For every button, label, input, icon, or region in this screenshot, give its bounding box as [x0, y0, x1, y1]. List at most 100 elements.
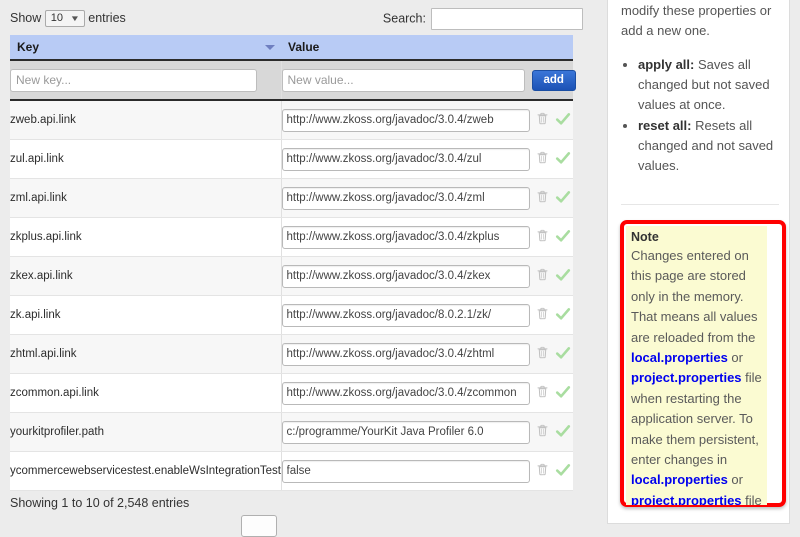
trash-icon[interactable]	[536, 462, 549, 480]
row-value-cell	[281, 217, 573, 257]
show-label-suffix: entries	[88, 11, 126, 25]
add-button[interactable]: add	[531, 70, 576, 92]
table-row: zk.api.link	[10, 295, 573, 335]
confirm-check-icon[interactable]	[555, 150, 571, 169]
row-key-cell: zml.api.link	[10, 178, 282, 218]
confirm-check-icon[interactable]	[555, 345, 571, 364]
table-row: zml.api.link	[10, 178, 573, 218]
search-input[interactable]	[431, 8, 583, 30]
note-property-link[interactable]: local.properties	[631, 472, 728, 487]
page-length-select[interactable]: 10 ▼	[44, 10, 85, 27]
row-value-input[interactable]	[281, 186, 530, 210]
table-row: zkex.api.link	[10, 256, 573, 296]
trash-icon[interactable]	[536, 267, 549, 285]
check-glyph	[555, 112, 570, 125]
row-value-cell	[281, 373, 573, 413]
row-value-cell	[281, 334, 573, 374]
table-row: zcommon.api.link	[10, 373, 573, 413]
trash-glyph	[537, 190, 547, 203]
row-value-input[interactable]	[281, 225, 530, 249]
row-value-input[interactable]	[281, 108, 530, 132]
trash-glyph	[537, 151, 547, 164]
trash-glyph	[537, 385, 547, 398]
confirm-check-icon[interactable]	[555, 111, 571, 130]
row-value-input[interactable]	[281, 303, 530, 327]
search-control: Search:	[383, 8, 583, 30]
help-bullet-item: apply all: Saves all changed but not sav…	[638, 55, 779, 115]
row-value-cell	[281, 412, 573, 452]
help-bullet-term: apply all:	[638, 57, 695, 72]
confirm-check-icon[interactable]	[555, 384, 571, 403]
help-divider	[621, 204, 779, 205]
row-key-label: zhtml.api.link	[10, 348, 77, 360]
table-row: zul.api.link	[10, 139, 573, 179]
confirm-check-icon[interactable]	[555, 267, 571, 286]
check-glyph	[555, 151, 570, 164]
row-key-cell: zk.api.link	[10, 295, 282, 335]
row-value-cell	[281, 451, 573, 491]
page-length-control: Show 10 ▼ entries	[10, 10, 126, 27]
row-value-input[interactable]	[281, 381, 530, 405]
table-header-row: Key Value	[10, 35, 573, 61]
column-header-key-label: Key	[17, 40, 40, 54]
row-key-cell: zkplus.api.link	[10, 217, 282, 257]
confirm-check-icon[interactable]	[555, 423, 571, 442]
table-row: zweb.api.link	[10, 100, 573, 140]
table-info: Showing 1 to 10 of 2,548 entries	[10, 496, 190, 510]
row-key-cell: zcommon.api.link	[10, 373, 282, 413]
note-property-link[interactable]: project.properties	[631, 493, 742, 505]
confirm-check-icon[interactable]	[555, 306, 571, 325]
column-header-key[interactable]: Key	[10, 35, 281, 61]
help-bullet-item: reset all: Resets all changed and not sa…	[638, 116, 779, 176]
new-value-input[interactable]	[281, 68, 525, 92]
note-property-link[interactable]: local.properties	[631, 350, 728, 365]
check-glyph	[555, 385, 570, 398]
note-body: Changes entered on this page are stored …	[631, 246, 762, 505]
trash-icon[interactable]	[536, 345, 549, 363]
row-value-input[interactable]	[281, 147, 530, 171]
check-glyph	[555, 424, 570, 437]
note-property-link[interactable]: project.properties	[631, 370, 742, 385]
show-label-prefix: Show	[10, 11, 42, 25]
row-key-label: zk.api.link	[10, 309, 61, 321]
row-key-cell: zweb.api.link	[10, 100, 282, 140]
row-value-input[interactable]	[281, 342, 530, 366]
confirm-check-icon[interactable]	[555, 462, 571, 481]
trash-icon[interactable]	[536, 306, 549, 324]
trash-icon[interactable]	[536, 189, 549, 207]
row-value-cell	[281, 100, 573, 140]
row-key-label: zul.api.link	[10, 153, 64, 165]
trash-icon[interactable]	[536, 111, 549, 129]
trash-icon[interactable]	[536, 150, 549, 168]
column-header-value[interactable]: Value	[281, 35, 573, 61]
check-glyph	[555, 463, 570, 476]
check-glyph	[555, 307, 570, 320]
row-key-label: ycommercewebservicestest.enableWsIntegra…	[10, 465, 281, 477]
row-key-cell: yourkitprofiler.path	[10, 412, 282, 452]
row-key-label: zkplus.api.link	[10, 231, 82, 243]
confirm-check-icon[interactable]	[555, 189, 571, 208]
check-glyph	[555, 346, 570, 359]
row-value-input[interactable]	[281, 459, 530, 483]
pagination-button[interactable]	[241, 515, 277, 537]
trash-icon[interactable]	[536, 228, 549, 246]
row-key-label: yourkitprofiler.path	[10, 426, 104, 438]
table-head: Key Value	[10, 35, 573, 61]
row-key-cell: ycommercewebservicestest.enableWsIntegra…	[10, 451, 282, 491]
page-length-value: 10	[50, 12, 64, 24]
row-value-input[interactable]	[281, 264, 530, 288]
trash-glyph	[537, 268, 547, 281]
row-key-cell: zul.api.link	[10, 139, 282, 179]
properties-table-region: Show 10 ▼ entries Search: Key Value New …	[0, 0, 596, 537]
new-key-input[interactable]	[10, 68, 257, 92]
help-content: modify these properties or add a new one…	[621, 1, 779, 177]
trash-glyph	[537, 463, 547, 476]
row-value-input[interactable]	[281, 420, 530, 444]
trash-icon[interactable]	[536, 384, 549, 402]
confirm-check-icon[interactable]	[555, 228, 571, 247]
table-row: ycommercewebservicestest.enableWsIntegra…	[10, 451, 573, 491]
table-body: add zweb.api.link zul.api.link zml.api.link…	[10, 60, 576, 491]
note-callout: Note Changes entered on this page are st…	[620, 220, 786, 507]
search-label: Search:	[382, 11, 426, 26]
trash-icon[interactable]	[536, 423, 549, 441]
